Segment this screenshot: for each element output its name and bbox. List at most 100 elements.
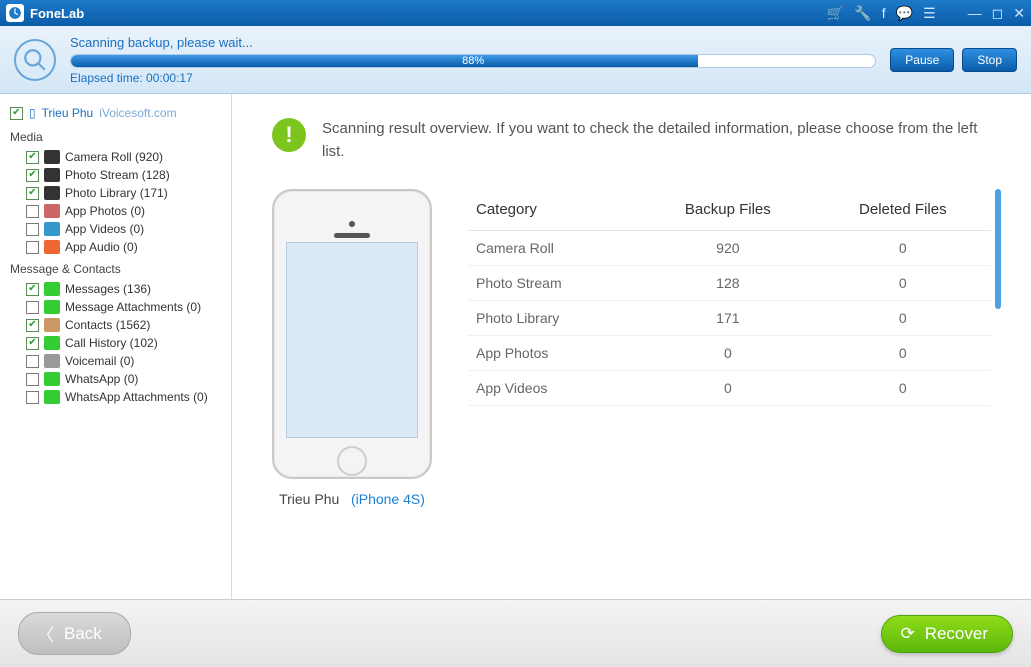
minimize-icon[interactable]: — [968, 5, 982, 21]
contacts-item[interactable]: Call History (102) [0, 334, 231, 352]
content-area: ! Scanning result overview. If you want … [232, 94, 1031, 599]
contacts-item-icon [44, 372, 60, 386]
phone-icon: ▯ [29, 106, 36, 120]
media-checkbox[interactable] [26, 187, 39, 200]
media-item[interactable]: Camera Roll (920) [0, 148, 231, 166]
media-item-icon [44, 186, 60, 200]
contacts-item-icon [44, 318, 60, 332]
contacts-section-header: Message & Contacts [0, 256, 231, 280]
refresh-icon: ⟳ [900, 624, 914, 644]
menu-icon[interactable]: ☰ [923, 5, 936, 22]
footer: 〈 Back ⟳ Recover [0, 599, 1031, 667]
scan-status-text: Scanning backup, please wait... [70, 35, 876, 50]
contacts-checkbox[interactable] [26, 373, 39, 386]
chat-icon[interactable]: 💬 [896, 5, 913, 22]
contacts-checkbox[interactable] [26, 355, 39, 368]
media-checkbox[interactable] [26, 169, 39, 182]
titlebar: FoneLab 🛒 🔧 f 💬 ☰ — ◻ ✕ [0, 0, 1031, 26]
info-icon: ! [272, 118, 306, 152]
media-checkbox[interactable] [26, 241, 39, 254]
table-row[interactable]: Photo Library1710 [468, 301, 991, 336]
device-checkbox[interactable] [10, 107, 23, 120]
phone-label: Trieu Phu (iPhone 4S) [272, 491, 432, 507]
contacts-checkbox[interactable] [26, 319, 39, 332]
progress-fill [71, 55, 698, 67]
media-item-icon [44, 168, 60, 182]
stop-button[interactable]: Stop [962, 48, 1017, 72]
media-checkbox[interactable] [26, 205, 39, 218]
elapsed-time: Elapsed time: 00:00:17 [70, 71, 876, 85]
contacts-checkbox[interactable] [26, 391, 39, 404]
contacts-item-label: Messages (136) [65, 282, 151, 296]
close-icon[interactable]: ✕ [1013, 5, 1025, 22]
contacts-item-label: Call History (102) [65, 336, 158, 350]
recover-label: Recover [925, 624, 988, 644]
table-row[interactable]: Camera Roll9200 [468, 231, 991, 266]
scan-icon [14, 39, 56, 81]
cell-backup: 920 [641, 231, 815, 266]
cell-deleted: 0 [815, 301, 991, 336]
media-checkbox[interactable] [26, 151, 39, 164]
phone-graphic [272, 189, 432, 479]
contacts-item-icon [44, 336, 60, 350]
facebook-icon[interactable]: f [882, 5, 886, 21]
contacts-checkbox[interactable] [26, 337, 39, 350]
media-item[interactable]: Photo Library (171) [0, 184, 231, 202]
contacts-item-label: Message Attachments (0) [65, 300, 201, 314]
media-item-label: App Photos (0) [65, 204, 145, 218]
key-icon[interactable]: 🔧 [854, 5, 871, 22]
media-item[interactable]: Photo Stream (128) [0, 166, 231, 184]
col-backup: Backup Files [641, 189, 815, 231]
cell-category: Camera Roll [468, 231, 641, 266]
media-item-label: App Videos (0) [65, 222, 144, 236]
cell-category: App Photos [468, 336, 641, 371]
contacts-item[interactable]: Voicemail (0) [0, 352, 231, 370]
table-row[interactable]: Photo Stream1280 [468, 266, 991, 301]
media-section-header: Media [0, 124, 231, 148]
media-item[interactable]: App Photos (0) [0, 202, 231, 220]
media-checkbox[interactable] [26, 223, 39, 236]
phone-model: (iPhone 4S) [351, 491, 425, 507]
media-item[interactable]: App Videos (0) [0, 220, 231, 238]
contacts-item-icon [44, 282, 60, 296]
table-row[interactable]: App Videos00 [468, 371, 991, 406]
contacts-item[interactable]: Message Attachments (0) [0, 298, 231, 316]
cell-deleted: 0 [815, 231, 991, 266]
contacts-checkbox[interactable] [26, 283, 39, 296]
contacts-item-label: WhatsApp (0) [65, 372, 138, 386]
contacts-item-label: WhatsApp Attachments (0) [65, 390, 208, 404]
progress-percent: 88% [462, 55, 484, 67]
contacts-item-icon [44, 300, 60, 314]
cell-backup: 0 [641, 371, 815, 406]
media-item[interactable]: App Audio (0) [0, 238, 231, 256]
chevron-left-icon: 〈 [37, 621, 54, 646]
media-item-icon [44, 204, 60, 218]
media-item-icon [44, 240, 60, 254]
media-item-label: Camera Roll (920) [65, 150, 163, 164]
contacts-item[interactable]: Messages (136) [0, 280, 231, 298]
app-title: FoneLab [30, 6, 827, 21]
contacts-item-icon [44, 390, 60, 404]
table-row[interactable]: App Photos00 [468, 336, 991, 371]
back-button[interactable]: 〈 Back [18, 612, 131, 655]
phone-name: Trieu Phu [279, 491, 339, 507]
cell-backup: 171 [641, 301, 815, 336]
col-category: Category [468, 189, 641, 231]
maximize-icon[interactable]: ◻ [992, 5, 1004, 22]
pause-button[interactable]: Pause [890, 48, 954, 72]
recover-button[interactable]: ⟳ Recover [881, 615, 1013, 653]
media-item-label: Photo Stream (128) [65, 168, 170, 182]
col-deleted: Deleted Files [815, 189, 991, 231]
contacts-item[interactable]: WhatsApp (0) [0, 370, 231, 388]
table-scrollbar[interactable] [995, 189, 1001, 309]
back-label: Back [64, 624, 102, 644]
contacts-checkbox[interactable] [26, 301, 39, 314]
device-name: Trieu Phu [42, 106, 94, 120]
contacts-item[interactable]: WhatsApp Attachments (0) [0, 388, 231, 406]
contacts-item[interactable]: Contacts (1562) [0, 316, 231, 334]
device-row[interactable]: ▯ Trieu Phu iVoicesoft.com [0, 102, 231, 124]
media-item-label: App Audio (0) [65, 240, 138, 254]
cart-icon[interactable]: 🛒 [827, 5, 844, 22]
contacts-item-label: Contacts (1562) [65, 318, 150, 332]
cell-backup: 128 [641, 266, 815, 301]
